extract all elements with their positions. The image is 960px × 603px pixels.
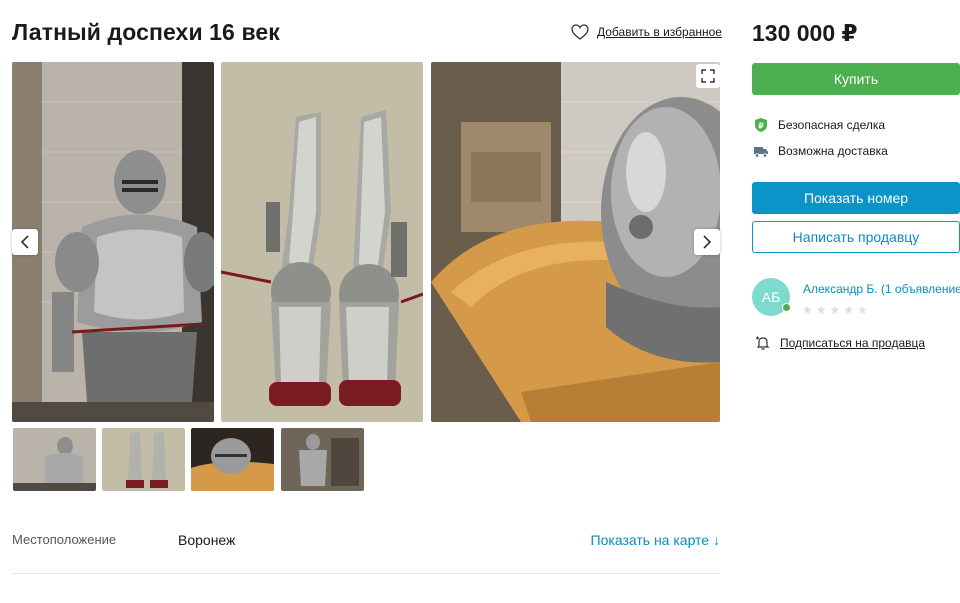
chevron-right-icon [703,235,712,249]
photo-armor-helmet-on-table[interactable] [431,62,720,422]
gallery-prev-button[interactable] [12,229,38,255]
truck-icon [754,147,768,158]
photo-armor-leg-greaves[interactable] [221,62,423,422]
add-to-favorites-link[interactable]: Добавить в избранное [571,24,722,40]
online-status-dot [782,303,791,312]
feature-safe-deal-label: Безопасная сделка [778,118,886,132]
feature-delivery-label: Возможна доставка [778,144,888,158]
star-icon: ★ [829,303,841,317]
location-label: Местоположение [12,532,117,547]
favorites-label: Добавить в избранное [597,25,722,39]
gallery-next-button[interactable] [694,229,720,255]
show-phone-button[interactable]: Показать номер [752,182,960,214]
location-city: Воронеж [178,532,236,548]
heart-icon [571,24,589,40]
divider [12,573,720,574]
svg-text:₽: ₽ [758,122,763,131]
write-seller-button[interactable]: Написать продавцу [752,221,960,253]
subscribe-label: Подписаться на продавца [780,336,926,350]
listing-title: Латный доспехи 16 век [12,19,280,45]
seller-name-link[interactable]: Александр Б. (1 объявление) [803,282,960,296]
buy-button[interactable]: Купить [752,63,960,95]
shield-ruble-icon: ₽ [755,118,767,132]
chevron-left-icon [20,235,29,249]
star-icon: ★ [843,303,855,317]
thumbnail-armor-helmet-on-table[interactable] [191,428,274,491]
thumbnail-armor-full-suit-2[interactable] [281,428,364,491]
star-icon: ★ [802,303,813,317]
thumbnail-armor-leg-greaves[interactable] [102,428,185,491]
thumbnail-armor-full-suit[interactable] [13,428,96,491]
fullscreen-icon [701,69,715,83]
subscribe-seller-link[interactable]: Подписаться на продавца [755,335,925,351]
gallery-fullscreen-button[interactable] [696,64,720,88]
seller-rating: ★ ★ ★ ★ ★ [802,303,868,317]
feature-delivery: Возможна доставка [753,143,888,159]
bell-plus-icon [756,336,770,350]
feature-safe-deal: ₽ Безопасная сделка [753,117,885,133]
star-icon: ★ [857,303,868,317]
photo-armor-full-suit[interactable] [12,62,214,422]
listing-price: 130 000 ₽ [752,20,858,46]
show-on-map-link[interactable]: Показать на карте ↓ [591,532,720,548]
star-icon: ★ [815,303,827,317]
